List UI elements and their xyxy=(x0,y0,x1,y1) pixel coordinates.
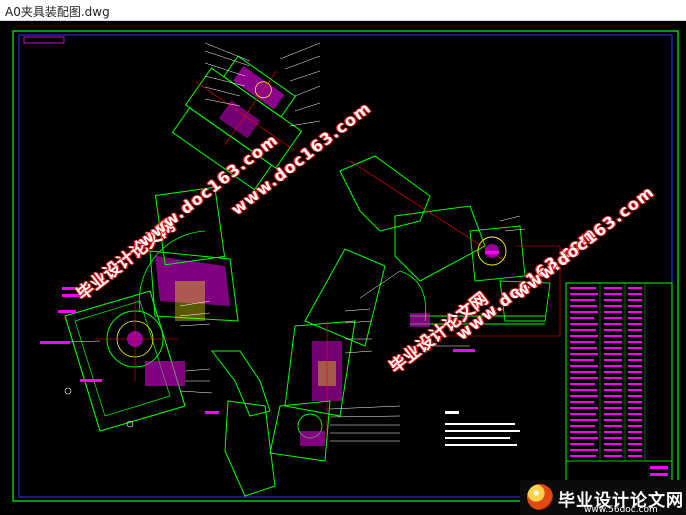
site-logo: 毕业设计论文网 www.56doc.com xyxy=(520,480,686,515)
logo-ball-icon xyxy=(527,484,553,510)
technical-notes xyxy=(445,411,520,446)
window-title-bar: A0夹具装配图.dwg xyxy=(0,0,686,21)
drawing-number-box xyxy=(23,36,65,44)
window-title: A0夹具装配图.dwg xyxy=(5,5,110,19)
center-subassembly xyxy=(210,248,386,497)
drawing-canvas[interactable]: 毕业设计论文网 www.doc163.com 毕业设计论文网 www.doc16… xyxy=(0,21,686,515)
parts-list-rows xyxy=(570,287,668,476)
logo-url: www.56doc.com xyxy=(584,505,658,515)
